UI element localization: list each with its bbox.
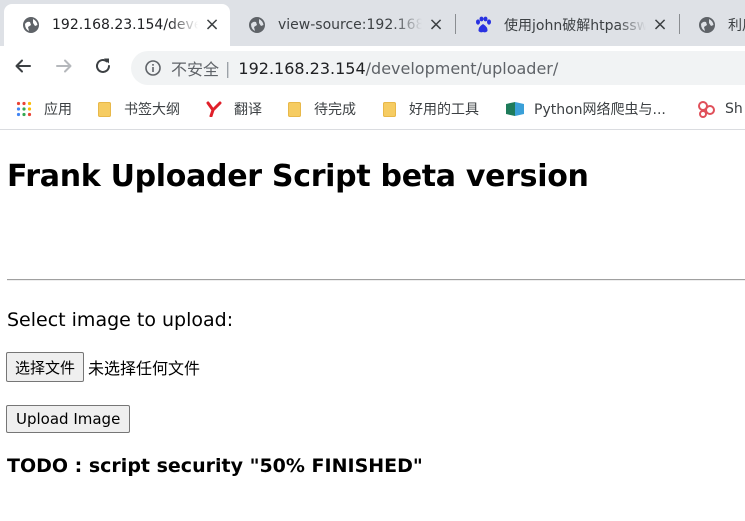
bookmark-outline-folder[interactable]: 书签大纲: [96, 90, 180, 128]
back-arrow-icon: [14, 57, 32, 79]
upload-image-button[interactable]: Upload Image: [6, 405, 131, 433]
bookmark-tools-folder[interactable]: 好用的工具: [381, 90, 479, 128]
choose-file-button[interactable]: 选择文件: [6, 352, 85, 382]
bookmark-apps[interactable]: 应用: [16, 90, 72, 128]
forward-arrow-icon: [55, 57, 73, 79]
apps-grid-icon: [16, 101, 32, 117]
page-content: Frank Uploader Script beta version Selec…: [0, 131, 745, 521]
bookmark-label: 待完成: [314, 102, 356, 118]
bookmark-sh[interactable]: Sh: [697, 90, 743, 128]
globe-icon: [22, 16, 40, 34]
bookmark-label: 书签大纲: [124, 102, 180, 118]
bookmark-label: 应用: [44, 102, 72, 118]
book-icon: [505, 101, 525, 117]
close-icon[interactable]: ×: [652, 16, 668, 34]
file-input: 选择文件 未选择任何文件: [6, 352, 200, 382]
forward-button[interactable]: [50, 54, 78, 82]
bookmark-label: Sh: [725, 101, 743, 117]
url-path: /development/uploader/: [365, 58, 559, 78]
folder-icon: [96, 101, 112, 117]
reload-icon: [94, 57, 112, 79]
page-title: Frank Uploader Script beta version: [7, 159, 589, 194]
info-icon[interactable]: [145, 60, 161, 76]
tab-strip: 192.168.23.154/development/uploader/ × v…: [0, 0, 745, 46]
url-host: 192.168.23.154: [238, 58, 366, 78]
bookmark-label: 翻译: [234, 102, 262, 118]
tab-partial[interactable]: 利用: [680, 4, 745, 46]
tab-john-htpasswd[interactable]: 使用john破解htpasswd ×: [456, 4, 678, 46]
address-bar[interactable]: 不安全 | 192.168.23.154 /development/upload…: [131, 51, 745, 85]
todo-note: TODO : script security "50% FINISHED": [7, 455, 423, 477]
folder-icon: [381, 101, 397, 117]
file-status-text: 未选择任何文件: [88, 359, 201, 378]
upload-prompt: Select image to upload:: [7, 309, 234, 331]
insecure-label: 不安全: [171, 60, 220, 79]
close-icon[interactable]: ×: [204, 16, 220, 34]
reload-button[interactable]: [89, 54, 117, 82]
bookmark-python-crawler[interactable]: Python网络爬虫与...: [505, 90, 666, 128]
bookmarks-bar: 应用 书签大纲 翻译 待完成 好用的工具 Python网络爬虫与... Sh: [0, 90, 745, 130]
divider: [7, 279, 745, 281]
tab-uploader[interactable]: 192.168.23.154/development/uploader/ ×: [4, 4, 230, 46]
bookmark-label: Python网络爬虫与...: [534, 102, 666, 118]
baidu-paw-icon: [474, 16, 492, 34]
toolbar: 不安全 | 192.168.23.154 /development/upload…: [0, 46, 745, 90]
bookmark-translate[interactable]: 翻译: [206, 90, 262, 128]
omnibox-divider: |: [225, 58, 231, 78]
tab-view-source[interactable]: view-source:192.168.23.154/development/u…: [230, 4, 454, 46]
bookmark-todo-folder[interactable]: 待完成: [286, 90, 356, 128]
molecule-icon: [697, 101, 717, 118]
browser-window: 192.168.23.154/development/uploader/ × v…: [0, 0, 745, 521]
back-button[interactable]: [9, 54, 37, 82]
globe-icon: [248, 16, 266, 34]
youdao-y-icon: [206, 101, 222, 117]
globe-icon: [698, 16, 716, 34]
close-icon[interactable]: ×: [428, 16, 444, 34]
folder-icon: [286, 101, 302, 117]
bookmark-label: 好用的工具: [409, 102, 479, 118]
